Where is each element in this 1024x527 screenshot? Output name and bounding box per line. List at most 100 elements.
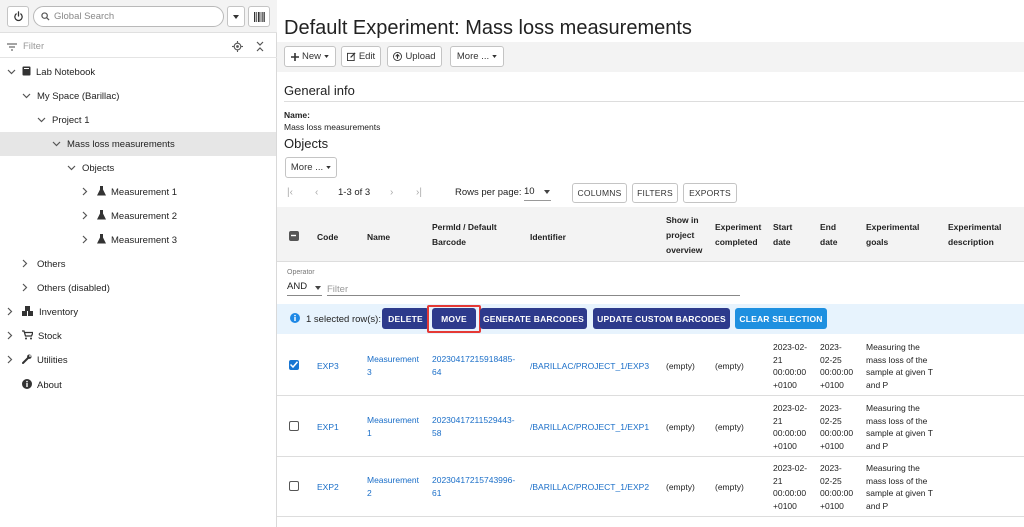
tree-item[interactable]: Others — [0, 252, 276, 276]
search-dropdown-button[interactable] — [227, 6, 245, 27]
chevron-down-icon[interactable] — [52, 139, 62, 149]
chevron-down-icon[interactable] — [7, 67, 17, 77]
cell-line: 02-25 — [820, 415, 842, 426]
upload-button[interactable]: Upload — [387, 46, 442, 67]
more-button[interactable]: More ... — [450, 46, 504, 67]
tree-item[interactable]: Others (disabled) — [0, 276, 276, 300]
flask-icon — [97, 209, 106, 223]
objects-more-button[interactable]: More ... — [285, 157, 337, 178]
header-permid[interactable]: PermId / Default Barcode — [432, 220, 497, 250]
collapse-all-icon[interactable] — [256, 41, 264, 52]
new-button-label: New — [301, 51, 321, 62]
tree-item[interactable]: Measurement 1 — [0, 180, 276, 204]
last-page-button[interactable]: ›| — [416, 187, 422, 198]
edit-button[interactable]: Edit — [341, 46, 381, 67]
tree-item[interactable]: Mass loss measurements — [0, 132, 276, 156]
table-row[interactable]: EXP1 Measurement 1 20230417211529443- 58/BAR… — [277, 397, 1024, 457]
tree-item[interactable]: Measurement 2 — [0, 204, 276, 228]
cell-code[interactable]: EXP3 — [317, 360, 339, 373]
cell-code[interactable]: EXP2 — [317, 481, 339, 494]
move-button-highlight — [427, 305, 481, 333]
table-row[interactable]: EXP3 Measurement 3 20230417215918485- 64/BAR… — [277, 336, 1024, 396]
tree-item[interactable]: Objects — [0, 156, 276, 180]
chevron-right-icon[interactable] — [22, 259, 32, 269]
chevron-down-icon[interactable] — [67, 163, 77, 173]
header-line: completed — [715, 237, 758, 247]
barcode-button[interactable] — [248, 6, 270, 27]
chevron-right-icon[interactable] — [22, 283, 32, 293]
select-all-checkbox[interactable] — [289, 231, 299, 241]
columns-button[interactable]: COLUMNS — [572, 183, 627, 203]
header-experimental-goals[interactable]: Experimental goals — [866, 220, 919, 250]
first-page-button[interactable]: |‹ — [287, 187, 293, 198]
header-start-date[interactable]: Start date — [773, 220, 792, 250]
chevron-right-icon[interactable] — [7, 355, 17, 365]
tree-item[interactable]: About — [0, 373, 276, 397]
edit-button-label: Edit — [358, 51, 376, 62]
filters-button[interactable]: FILTERS — [632, 183, 678, 203]
cell-permid[interactable]: 20230417215743996- 61 — [432, 474, 515, 499]
cell-name[interactable]: Measurement 2 — [367, 474, 419, 499]
tree-item[interactable]: Inventory — [0, 300, 276, 324]
cell-line: 20230417211529443- — [432, 415, 515, 425]
column-filter-input[interactable]: Filter — [327, 281, 740, 296]
cell-permid[interactable]: 20230417215918485- 64 — [432, 353, 515, 378]
cell-name[interactable]: Measurement 1 — [367, 414, 419, 439]
cell-identifier[interactable]: /BARILLAC/PROJECT_1/EXP1 — [530, 421, 649, 434]
update-custom-barcodes-button[interactable]: UPDATE CUSTOM BARCODES — [593, 308, 730, 329]
header-experimental-description[interactable]: Experimental description — [948, 220, 1001, 250]
header-code[interactable]: Code — [317, 230, 338, 245]
header-line: date — [820, 237, 838, 247]
operator-select[interactable]: AND — [287, 281, 322, 296]
table-row[interactable]: EXP2 Measurement 2 20230417215743996- 61/BAR… — [277, 457, 1024, 517]
generate-barcodes-button[interactable]: GENERATE BARCODES — [480, 308, 587, 329]
exports-button[interactable]: EXPORTS — [683, 183, 737, 203]
header-show-in-project[interactable]: Show in project overview — [666, 213, 702, 258]
tree-item[interactable]: Lab Notebook — [0, 60, 276, 84]
chevron-down-icon[interactable] — [22, 91, 32, 101]
locate-icon[interactable] — [232, 41, 243, 52]
cell-line: +0100 — [820, 379, 844, 390]
logout-button[interactable] — [7, 6, 29, 27]
chevron-right-icon[interactable] — [82, 187, 92, 197]
table-header: Code Name PermId / Default Barcode Ident… — [277, 207, 1024, 262]
tree-item[interactable]: Utilities — [0, 348, 276, 372]
chevron-right-icon[interactable] — [82, 211, 92, 221]
tree-item[interactable]: Project 1 — [0, 108, 276, 132]
chevron-down-icon[interactable] — [37, 115, 47, 125]
cell-experiment-completed: (empty) — [715, 422, 744, 432]
delete-button[interactable]: DELETE — [382, 308, 429, 329]
cell-show-in-project: (empty) — [666, 361, 695, 371]
clear-selection-button[interactable]: CLEAR SELECTION — [735, 308, 827, 329]
upload-icon — [393, 52, 403, 61]
tree-item[interactable]: Stock — [0, 324, 276, 348]
header-name[interactable]: Name — [367, 230, 390, 245]
rows-per-page-select[interactable]: 10 — [524, 184, 551, 201]
cell-line: Measurement — [367, 475, 419, 485]
header-end-date[interactable]: End date — [820, 220, 837, 250]
chevron-right-icon[interactable] — [82, 235, 92, 245]
header-experiment-completed[interactable]: Experiment completed — [715, 220, 761, 250]
header-line: date — [773, 237, 791, 247]
new-button[interactable]: New — [284, 46, 336, 67]
next-page-button[interactable]: › — [390, 187, 393, 198]
cell-permid[interactable]: 20230417211529443- 58 — [432, 414, 515, 439]
cell-identifier[interactable]: /BARILLAC/PROJECT_1/EXP3 — [530, 360, 649, 373]
cell-identifier[interactable]: /BARILLAC/PROJECT_1/EXP2 — [530, 481, 649, 494]
cell-code[interactable]: EXP1 — [317, 421, 339, 434]
global-search-input[interactable]: Global Search — [33, 6, 224, 27]
row-checkbox[interactable] — [289, 421, 299, 431]
tree-filter[interactable]: Filter — [0, 36, 277, 58]
tree-item[interactable]: Measurement 3 — [0, 228, 276, 252]
cell-line: 1 — [367, 427, 372, 438]
row-checkbox[interactable] — [289, 360, 299, 370]
caret-down-icon — [233, 14, 239, 19]
tree-filter-placeholder: Filter — [23, 41, 45, 52]
tree-item[interactable]: My Space (Barillac) — [0, 84, 276, 108]
chevron-right-icon[interactable] — [7, 307, 17, 317]
cell-name[interactable]: Measurement 3 — [367, 353, 419, 378]
row-checkbox[interactable] — [289, 481, 299, 491]
header-identifier[interactable]: Identifier — [530, 230, 566, 245]
prev-page-button[interactable]: ‹ — [315, 187, 318, 198]
chevron-right-icon[interactable] — [7, 331, 17, 341]
